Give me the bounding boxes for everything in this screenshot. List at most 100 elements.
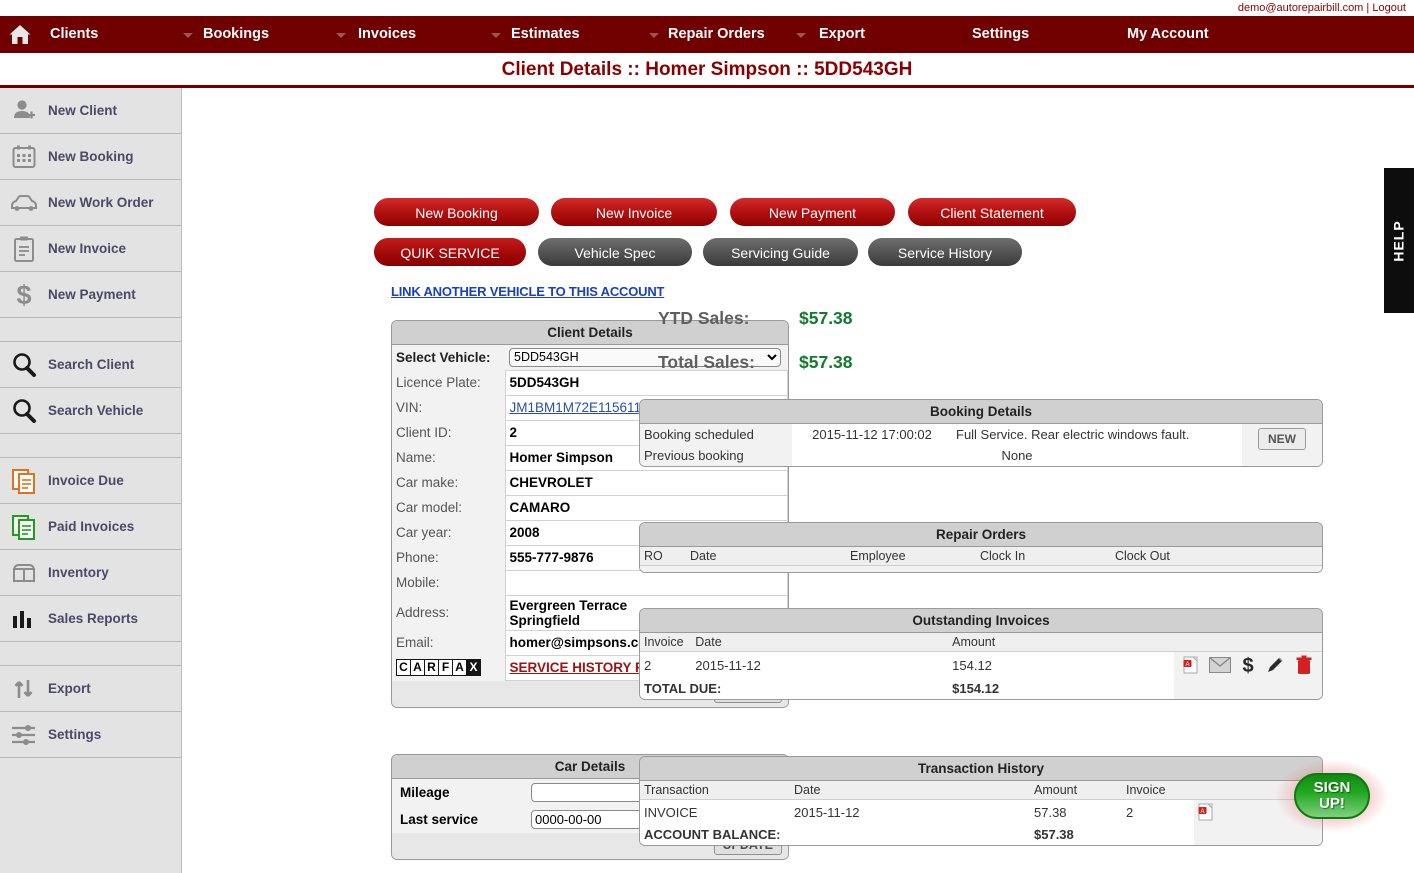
svg-text:$: $ (16, 281, 31, 309)
sidebar-item-settings[interactable]: Settings (0, 712, 181, 758)
client-detail-value: Evergreen Terrace Springfield (509, 597, 628, 628)
total-due-label: TOTAL DUE: (640, 678, 949, 699)
previous-booking-label: Previous booking (640, 445, 792, 466)
documents-green-icon (10, 513, 38, 541)
carfax-letter: A (453, 660, 466, 675)
action-button-new-invoice[interactable]: New Invoice (551, 198, 717, 226)
invoice-date: 2015-11-12 (691, 651, 949, 678)
svg-text:$: $ (1242, 655, 1253, 675)
table-row: INVOICE 2015-11-12 57.38 2 A (640, 799, 1322, 824)
sidebar-item-search-client[interactable]: Search Client (0, 342, 181, 388)
sidebar-item-label: New Work Order (48, 195, 154, 210)
sidebar-item-search-vehicle[interactable]: Search Vehicle (0, 388, 181, 434)
sidebar-item-inventory[interactable]: Inventory (0, 550, 181, 596)
main-content: New Booking New Invoice New Payment Client … (182, 88, 1414, 873)
dollar-icon[interactable]: $ (1241, 655, 1255, 675)
pdf-icon[interactable]: A (1183, 656, 1199, 674)
action-button-client-statement[interactable]: Client Statement (908, 198, 1076, 226)
repair-orders-header-row: RO Date Employee Clock In Clock Out (640, 547, 1322, 566)
email-icon[interactable] (1209, 657, 1231, 673)
client-detail-value: 2 (509, 425, 518, 440)
sidebar-item-label: Export (48, 681, 91, 696)
sidebar-item-export[interactable]: Export (0, 666, 181, 712)
carfax-letter: X (467, 660, 480, 675)
column-header: Clock Out (1111, 547, 1261, 566)
tab-vehicle-spec[interactable]: Vehicle Spec (538, 238, 692, 266)
client-detail-row: Mobile: (392, 569, 788, 596)
nav-item-bookings[interactable]: Bookings (203, 26, 269, 42)
account-email: demo@autorepairbill.com (1237, 2, 1364, 14)
column-header: Amount (1030, 781, 1122, 800)
nav-item-clients[interactable]: Clients (50, 26, 98, 42)
sidebar-item-new-booking[interactable]: New Booking (0, 134, 181, 180)
column-header: Clock In (976, 547, 1111, 566)
transaction-invoice[interactable]: 2 (1122, 799, 1194, 824)
client-detail-row: Licence Plate: 5DD543GH (392, 369, 788, 396)
edit-pencil-icon[interactable] (1265, 655, 1285, 675)
last-service-label: Last service (400, 812, 479, 827)
total-due-row: TOTAL DUE: $154.12 (640, 678, 1322, 699)
column-header: Invoice (1122, 781, 1194, 800)
sidebar-item-label: New Payment (48, 287, 136, 302)
chevron-down-icon[interactable] (649, 33, 659, 38)
carfax-logo: C A R F A X (396, 659, 481, 676)
client-detail-value: homer@simpsons.com (509, 635, 659, 650)
nav-item-export[interactable]: Export (819, 26, 865, 42)
tab-quik-service[interactable]: QUIK SERVICE (374, 238, 526, 266)
mileage-label: Mileage (400, 785, 450, 800)
vin-link[interactable]: JM1BM1M72E1156116 (510, 400, 649, 415)
chevron-down-icon[interactable] (336, 33, 346, 38)
help-tab[interactable]: HELP (1384, 168, 1414, 313)
sidebar-item-new-work-order[interactable]: New Work Order (0, 180, 181, 226)
column-header: Amount (948, 633, 1174, 652)
client-detail-label: Car year: (396, 525, 452, 540)
home-icon[interactable] (0, 16, 40, 53)
chevron-down-icon[interactable] (183, 33, 193, 38)
nav-item-settings[interactable]: Settings (972, 26, 1029, 42)
action-button-new-booking[interactable]: New Booking (374, 198, 539, 226)
logout-link[interactable]: Logout (1372, 2, 1406, 14)
signup-button[interactable]: SIGN UP! (1294, 773, 1370, 819)
sidebar-item-new-client[interactable]: New Client (0, 88, 181, 134)
account-balance-row: ACCOUNT BALANCE: $57.38 (640, 824, 1322, 845)
chevron-down-icon[interactable] (491, 33, 501, 38)
table-row: 2 2015-11-12 154.12 A $ (640, 651, 1322, 678)
sidebar-item-new-payment[interactable]: $ New Payment (0, 272, 181, 318)
client-detail-label: Phone: (396, 550, 439, 565)
sidebar-item-invoice-due[interactable]: Invoice Due (0, 458, 181, 504)
invoice-id[interactable]: 2 (640, 651, 692, 678)
client-detail-label: Name: (396, 450, 436, 465)
sidebar-item-label: Search Vehicle (48, 403, 144, 418)
bar-chart-icon (10, 605, 38, 633)
nav-item-estimates[interactable]: Estimates (511, 26, 580, 42)
nav-item-repair-orders[interactable]: Repair Orders (668, 26, 765, 42)
total-sales-value: $57.38 (799, 352, 853, 372)
chevron-down-icon[interactable] (796, 33, 806, 38)
nav-item-my-account[interactable]: My Account (1127, 26, 1209, 42)
client-detail-value: CHEVROLET (509, 475, 593, 490)
repair-orders-table: RO Date Employee Clock In Clock Out (640, 547, 1322, 572)
client-detail-label: Client ID: (396, 425, 452, 440)
column-header: RO (640, 547, 686, 566)
nav-item-invoices[interactable]: Invoices (358, 26, 416, 42)
action-button-new-payment[interactable]: New Payment (730, 198, 895, 226)
total-sales-label: Total Sales: (658, 352, 755, 372)
delete-trash-icon[interactable] (1295, 655, 1313, 675)
new-booking-button[interactable]: NEW (1258, 428, 1306, 450)
tab-service-history[interactable]: Service History (868, 238, 1022, 266)
column-header-spacer (1174, 633, 1322, 652)
client-detail-label: Car model: (396, 500, 463, 515)
account-separator: | (1366, 2, 1370, 14)
ytd-sales-label: YTD Sales: (658, 308, 750, 328)
tab-servicing-guide[interactable]: Servicing Guide (703, 238, 858, 266)
sidebar-item-new-invoice[interactable]: New Invoice (0, 226, 181, 272)
sidebar-item-paid-invoices[interactable]: Paid Invoices (0, 504, 181, 550)
carfax-letter: C (397, 660, 410, 675)
outstanding-invoices-title: Outstanding Invoices (640, 609, 1322, 633)
sidebar-item-sales-reports[interactable]: Sales Reports (0, 596, 181, 642)
sidebar-item-label: Settings (48, 727, 102, 742)
link-another-vehicle-link[interactable]: LINK ANOTHER VEHICLE TO THIS ACCOUNT (391, 284, 664, 299)
total-due-value: $154.12 (948, 678, 1174, 699)
column-header: Employee (846, 547, 976, 566)
column-header: Invoice (640, 633, 692, 652)
